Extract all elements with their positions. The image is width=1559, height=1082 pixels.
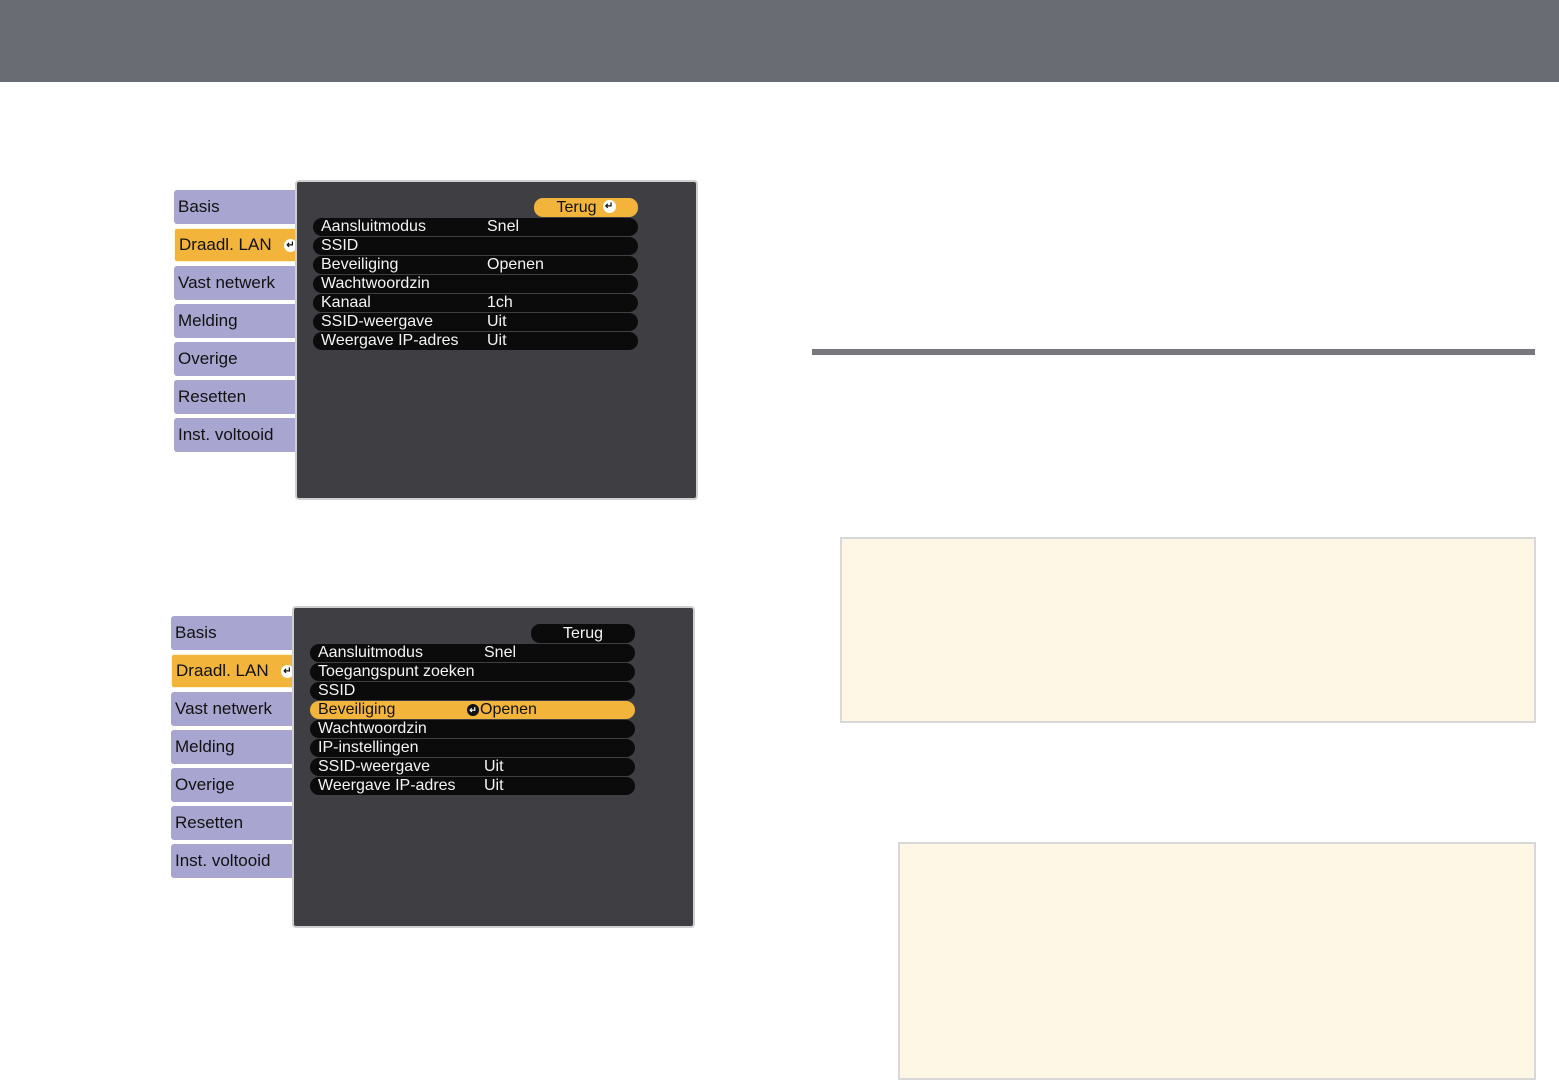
setting-row[interactable]: Aansluitmodus Snel — [310, 644, 635, 662]
setting-value: Openen — [487, 256, 544, 273]
tab-label: Basis — [175, 623, 217, 642]
setting-value: Openen — [480, 701, 537, 718]
tab-label: Inst. voltooid — [175, 851, 271, 870]
tab-resetten[interactable]: Resetten — [174, 380, 302, 414]
tab-vast-netwerk[interactable]: Vast netwerk — [171, 692, 299, 726]
tab-label: Overige — [175, 775, 235, 794]
setting-value: Snel — [484, 644, 517, 661]
setting-value: 1ch — [487, 294, 513, 311]
setting-value: Uit — [487, 313, 507, 330]
setting-row[interactable]: Weergave IP-adres Uit — [310, 777, 635, 795]
setting-label: SSID-weergave — [321, 313, 434, 330]
settings-panel: Terug ↵ Aansluitmodus Snel SSID Beveiligin… — [295, 180, 698, 500]
header-bar — [0, 0, 1559, 82]
setting-label: Beveiliging — [321, 256, 399, 273]
setting-row[interactable]: SSID — [310, 682, 635, 700]
setting-label: Beveiliging — [318, 701, 396, 718]
setting-label: Aansluitmodus — [321, 218, 426, 235]
setting-row[interactable]: SSID-weergave Uit — [310, 758, 635, 776]
setting-value-wrap: ↵ Openen — [467, 701, 537, 719]
tab-vast-netwerk[interactable]: Vast netwerk — [174, 266, 302, 300]
setting-row[interactable]: Kanaal 1ch — [313, 294, 638, 312]
tab-label: Draadl. LAN — [176, 661, 269, 680]
setting-row[interactable]: Aansluitmodus Snel — [313, 218, 638, 236]
enter-icon: ↵ — [602, 200, 616, 214]
setting-label: Wachtwoordzin — [318, 720, 427, 737]
setting-value: Uit — [484, 758, 504, 775]
setting-label: Wachtwoordzin — [321, 275, 430, 292]
setting-row-selected[interactable]: Beveiliging ↵ Openen — [310, 701, 635, 719]
setting-value: Snel — [487, 218, 520, 235]
tab-label: Inst. voltooid — [178, 425, 274, 444]
setting-value: Uit — [484, 777, 504, 794]
tab-label: Melding — [175, 737, 235, 756]
enter-icon: ↵ — [467, 703, 479, 716]
tab-basis[interactable]: Basis — [174, 190, 302, 224]
setting-row[interactable]: SSID — [313, 237, 638, 255]
setting-label: Weergave IP-adres — [318, 777, 456, 794]
tab-inst-voltooid[interactable]: Inst. voltooid — [174, 418, 302, 452]
setting-row[interactable]: Weergave IP-adres Uit — [313, 332, 638, 350]
tab-label: Vast netwerk — [175, 699, 273, 718]
setting-row[interactable]: Wachtwoordzin — [310, 720, 635, 738]
tab-label: Vast netwerk — [178, 273, 276, 292]
tab-overige[interactable]: Overige — [171, 768, 299, 802]
setting-label: Toegangspunt zoeken — [318, 663, 475, 680]
note-box — [840, 537, 1536, 723]
setting-row[interactable]: Wachtwoordzin — [313, 275, 638, 293]
tab-inst-voltooid[interactable]: Inst. voltooid — [171, 844, 299, 878]
tab-label: Draadl. LAN — [179, 235, 272, 254]
setting-label: Kanaal — [321, 294, 371, 311]
tab-label: Basis — [178, 197, 220, 216]
setting-label: SSID — [321, 237, 359, 254]
tab-draadl-lan[interactable]: Draadl. LAN ↵ — [171, 654, 299, 688]
settings-panel: Terug Aansluitmodus Snel Toegangspunt zoe… — [292, 606, 695, 928]
setting-row[interactable]: IP-instellingen — [310, 739, 635, 757]
setting-label: SSID — [318, 682, 356, 699]
tab-overige[interactable]: Overige — [174, 342, 302, 376]
back-button[interactable]: Terug ↵ — [534, 198, 638, 217]
tab-basis[interactable]: Basis — [171, 616, 299, 650]
tab-melding[interactable]: Melding — [174, 304, 302, 338]
setting-label: IP-instellingen — [318, 739, 419, 756]
tab-draadl-lan[interactable]: Draadl. LAN ↵ — [174, 228, 302, 262]
tab-label: Overige — [178, 349, 238, 368]
tab-resetten[interactable]: Resetten — [171, 806, 299, 840]
back-label: Terug — [556, 199, 597, 216]
setting-label: Aansluitmodus — [318, 644, 423, 661]
setting-row[interactable]: SSID-weergave Uit — [313, 313, 638, 331]
tab-label: Melding — [178, 311, 238, 330]
setting-label: SSID-weergave — [318, 758, 431, 775]
setting-row[interactable]: Toegangspunt zoeken — [310, 663, 635, 681]
tab-label: Resetten — [178, 387, 247, 406]
back-label: Terug — [562, 625, 604, 642]
setting-value: Uit — [487, 332, 507, 349]
tab-melding[interactable]: Melding — [171, 730, 299, 764]
back-button[interactable]: Terug — [531, 624, 635, 643]
setting-label: Weergave IP-adres — [321, 332, 459, 349]
section-divider — [812, 349, 1535, 355]
setting-row[interactable]: Beveiliging Openen — [313, 256, 638, 274]
note-box — [898, 842, 1536, 1080]
tab-label: Resetten — [175, 813, 244, 832]
